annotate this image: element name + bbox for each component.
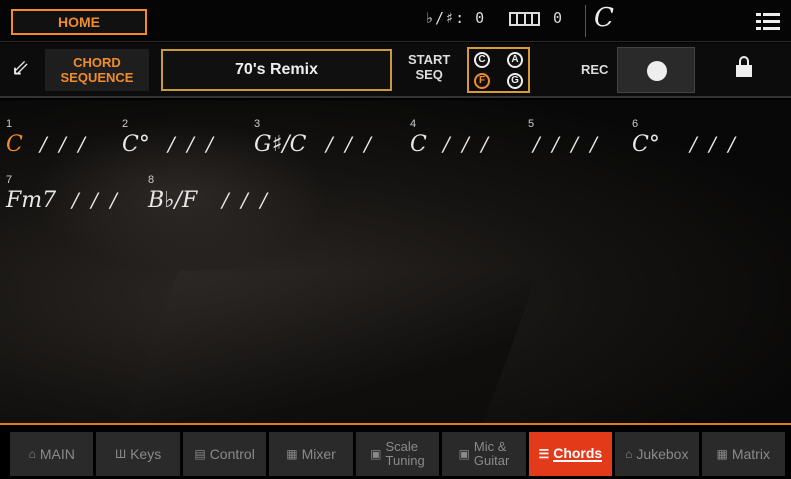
tab-label-2: Tuning [385, 453, 425, 468]
tab-label-2: Guitar [473, 453, 510, 468]
chord-number: 2 [122, 118, 129, 130]
chord-number: 5 [528, 118, 535, 130]
chord-number: 4 [410, 118, 417, 130]
tab-label: Mixer [301, 446, 336, 462]
tab-control[interactable]: ▤ Control [182, 432, 267, 476]
divider [0, 423, 791, 425]
beat-slashes: / / / [690, 132, 738, 156]
tab-scale[interactable]: ▣ Scale Tuning [355, 432, 440, 476]
octave-readout[interactable]: 0 [553, 9, 562, 27]
home-button[interactable]: HOME [11, 9, 147, 35]
chord-symbol: G♯/C [254, 132, 307, 157]
chord-symbol: C [410, 132, 427, 157]
lock-icon[interactable] [735, 56, 753, 78]
start-seq-label: START SEQ [408, 52, 450, 82]
tab-jukebox[interactable]: ⌂ Jukebox [615, 432, 699, 476]
start-seq-line-1: START [408, 52, 451, 67]
chord-number: 1 [6, 118, 13, 130]
keyboard-icon [509, 12, 540, 26]
beat-slashes: / / / [443, 132, 491, 156]
chord-sequence-label-2: SEQUENCE [60, 70, 134, 85]
bottom-tabs: ⌂ MAIN Ш Keys ▤ Control ▦ Mixer ▣ Scale Tuning ▣ Mic… [10, 432, 785, 476]
chord-number: 7 [6, 174, 13, 186]
control-icon: ▤ [194, 447, 206, 461]
arrow-down-left-icon[interactable]: ⇙ [11, 55, 29, 81]
beat-slashes: / / / [222, 188, 270, 212]
tab-label: MAIN [39, 446, 75, 462]
jukebox-icon: ⌂ [625, 447, 633, 461]
beat-slashes: / / / [40, 132, 88, 156]
tab-label: Keys [130, 446, 162, 462]
tab-chords[interactable]: ☰ Chords [528, 432, 613, 476]
chord-symbol: C° [122, 132, 150, 157]
chord-number: 8 [148, 174, 155, 186]
divider [585, 5, 586, 37]
chords-icon: ☰ [538, 447, 550, 461]
key-readout[interactable]: C [594, 3, 614, 33]
seq-letter-a: A [507, 52, 523, 68]
top-bar: HOME ♭/♯: 0 0 C [0, 0, 791, 42]
scale-icon: ▣ [370, 447, 382, 461]
menu-icon[interactable] [756, 13, 780, 31]
record-button[interactable] [617, 47, 695, 93]
tab-label: Jukebox [636, 446, 689, 462]
record-icon [647, 61, 667, 81]
tab-label: Scale [385, 439, 419, 454]
rec-label: REC [581, 62, 609, 77]
sequence-name-field[interactable]: 70's Remix [161, 49, 392, 91]
sequence-toolbar: ⇙ CHORD SEQUENCE 70's Remix START SEQ C … [0, 43, 791, 98]
chord-sequence-area[interactable]: 1 C / / / 2 C° / / / 3 G♯/C / / / 4 C / / / 5 / / / /… [0, 100, 791, 423]
chord-number: 3 [254, 118, 261, 130]
transpose-readout[interactable]: ♭/♯: 0 [425, 9, 485, 27]
mic-icon: ▣ [458, 447, 470, 461]
tab-matrix[interactable]: ▦ Matrix [701, 432, 785, 476]
beat-slashes: / / / [326, 132, 374, 156]
start-seq-button[interactable]: C A F G [467, 47, 530, 93]
tab-mixer[interactable]: ▦ Mixer [269, 432, 353, 476]
start-seq-line-2: SEQ [415, 67, 443, 82]
home-icon: ⌂ [28, 447, 36, 461]
seq-letter-f: F [474, 73, 490, 89]
matrix-icon: ▦ [716, 447, 728, 461]
tab-label: Chords [553, 445, 603, 462]
seq-letter-c: C [474, 52, 490, 68]
tab-mic[interactable]: ▣ Mic & Guitar [442, 432, 526, 476]
chord-symbol: B♭/F [148, 188, 198, 213]
seq-letter-g: G [507, 73, 523, 89]
tab-label: Mic & [473, 439, 507, 454]
tab-label: Control [209, 446, 255, 462]
chord-symbol: C [6, 132, 23, 157]
beat-slashes: / / / / [533, 132, 601, 156]
chord-symbol: Fm7 [6, 188, 57, 213]
beat-slashes: / / / [72, 188, 120, 212]
beat-slashes: / / / [168, 132, 216, 156]
tab-home[interactable]: ⌂ MAIN [10, 432, 94, 476]
tab-keys[interactable]: Ш Keys [96, 432, 180, 476]
chord-number: 6 [632, 118, 639, 130]
keys-icon: Ш [115, 447, 127, 461]
mixer-icon: ▦ [286, 447, 298, 461]
chord-symbol: C° [632, 132, 660, 157]
chord-sequence-label-1: CHORD [73, 55, 121, 70]
tab-label: Matrix [731, 446, 770, 462]
chord-sequence-button[interactable]: CHORD SEQUENCE [45, 49, 149, 91]
